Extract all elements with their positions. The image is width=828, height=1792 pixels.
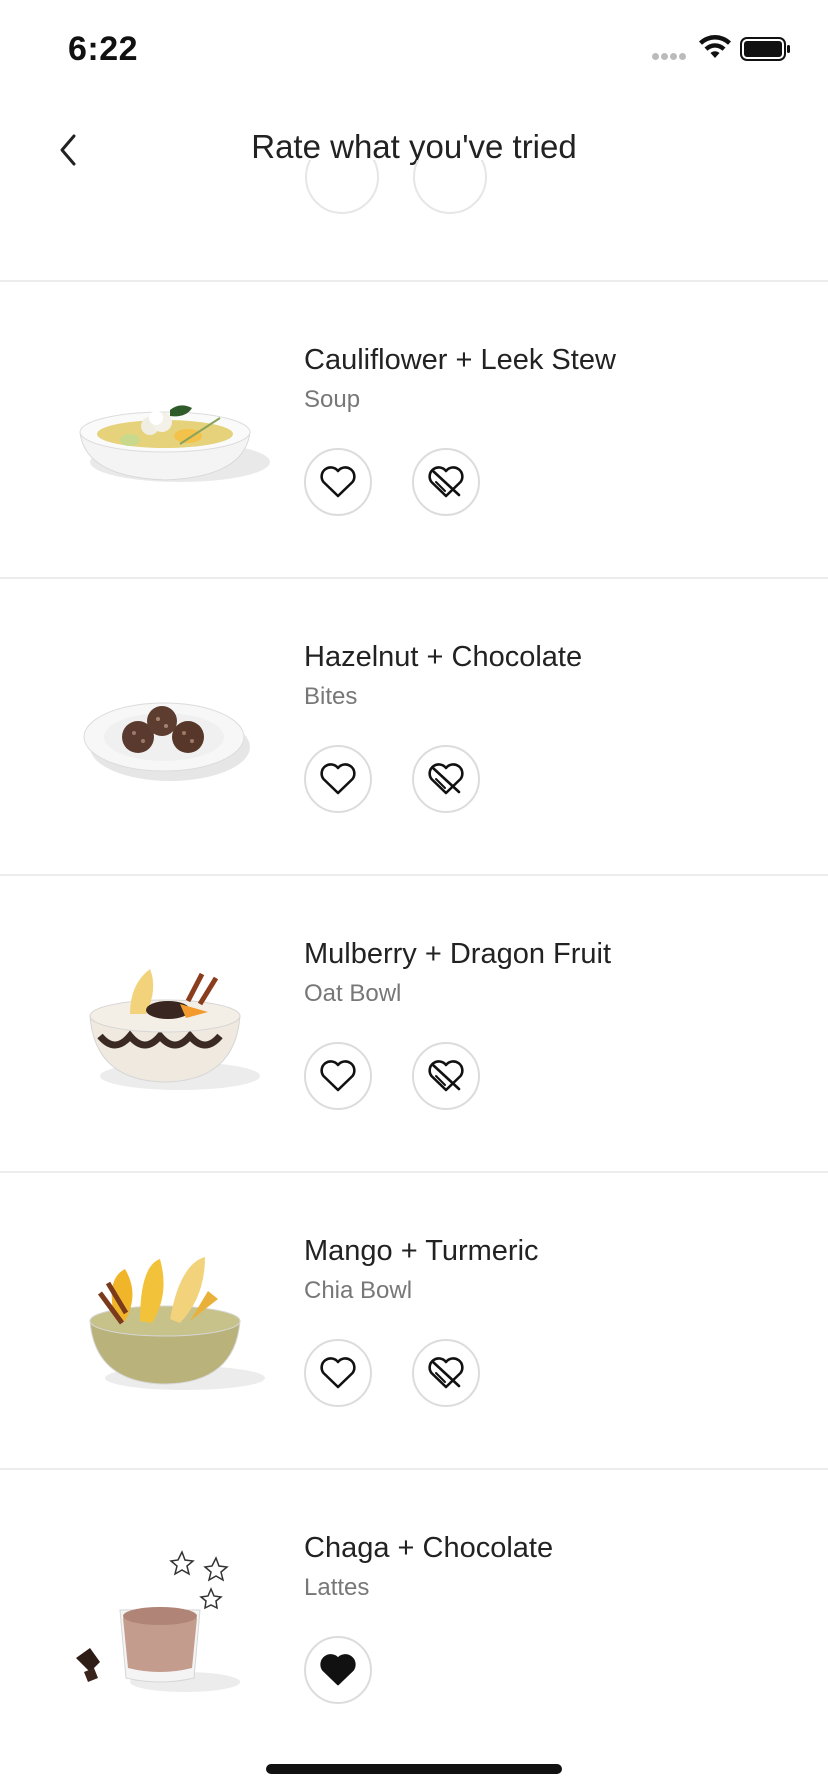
wifi-icon: [699, 35, 731, 58]
item-category: Bites: [304, 683, 358, 710]
home-indicator[interactable]: [266, 1764, 562, 1774]
heart-icon: [320, 1357, 356, 1389]
dislike-button[interactable]: [412, 1042, 480, 1110]
previous-item-partial: [0, 160, 828, 280]
status-bar: 6:22: [0, 0, 828, 100]
like-button-partial[interactable]: [305, 160, 379, 214]
list-item: Mulberry + Dragon Fruit Oat Bowl: [0, 874, 828, 1171]
heart-filled-icon: [320, 1654, 356, 1686]
food-image-chia-bowl: [89, 1257, 265, 1390]
dislike-button[interactable]: [412, 448, 480, 516]
heart-icon: [320, 1060, 356, 1092]
rating-list: Cauliflower + Leek Stew Soup Hazelnut + …: [0, 280, 828, 1765]
broken-heart-icon: [428, 466, 464, 498]
signal-icon: [652, 47, 692, 60]
heart-icon: [320, 763, 356, 795]
like-button[interactable]: [304, 745, 372, 813]
item-name: Hazelnut + Chocolate: [304, 641, 583, 673]
item-category: Oat Bowl: [304, 980, 402, 1007]
battery-icon: [740, 37, 790, 61]
item-category: Soup: [304, 386, 361, 413]
broken-heart-icon: [428, 763, 464, 795]
like-button[interactable]: [304, 1042, 372, 1110]
like-button[interactable]: [304, 1339, 372, 1407]
like-button[interactable]: [304, 448, 372, 516]
list-item: Hazelnut + Chocolate Bites: [0, 577, 828, 874]
food-image-oat-bowl: [89, 969, 260, 1090]
food-image-latte: [76, 1550, 240, 1692]
status-time: 6:22: [68, 30, 139, 68]
list-item: Cauliflower + Leek Stew Soup: [0, 280, 828, 577]
item-name: Cauliflower + Leek Stew: [304, 344, 616, 376]
dislike-button-partial[interactable]: [413, 160, 487, 214]
item-name: Chaga + Chocolate: [304, 1532, 554, 1564]
list-item: Mango + Turmeric Chia Bowl: [0, 1171, 828, 1468]
heart-icon: [320, 466, 356, 498]
food-image-bites: [83, 702, 250, 781]
food-image-soup: [79, 405, 270, 482]
like-button-selected[interactable]: [304, 1636, 372, 1704]
item-category: Chia Bowl: [304, 1277, 413, 1304]
broken-heart-icon: [428, 1060, 464, 1092]
item-name: Mango + Turmeric: [304, 1235, 539, 1267]
dislike-button[interactable]: [412, 745, 480, 813]
item-name: Mulberry + Dragon Fruit: [304, 938, 612, 970]
dislike-button[interactable]: [412, 1339, 480, 1407]
broken-heart-icon: [428, 1357, 464, 1389]
list-item: Chaga + Chocolate Lattes: [0, 1468, 828, 1765]
item-category: Lattes: [304, 1574, 370, 1601]
